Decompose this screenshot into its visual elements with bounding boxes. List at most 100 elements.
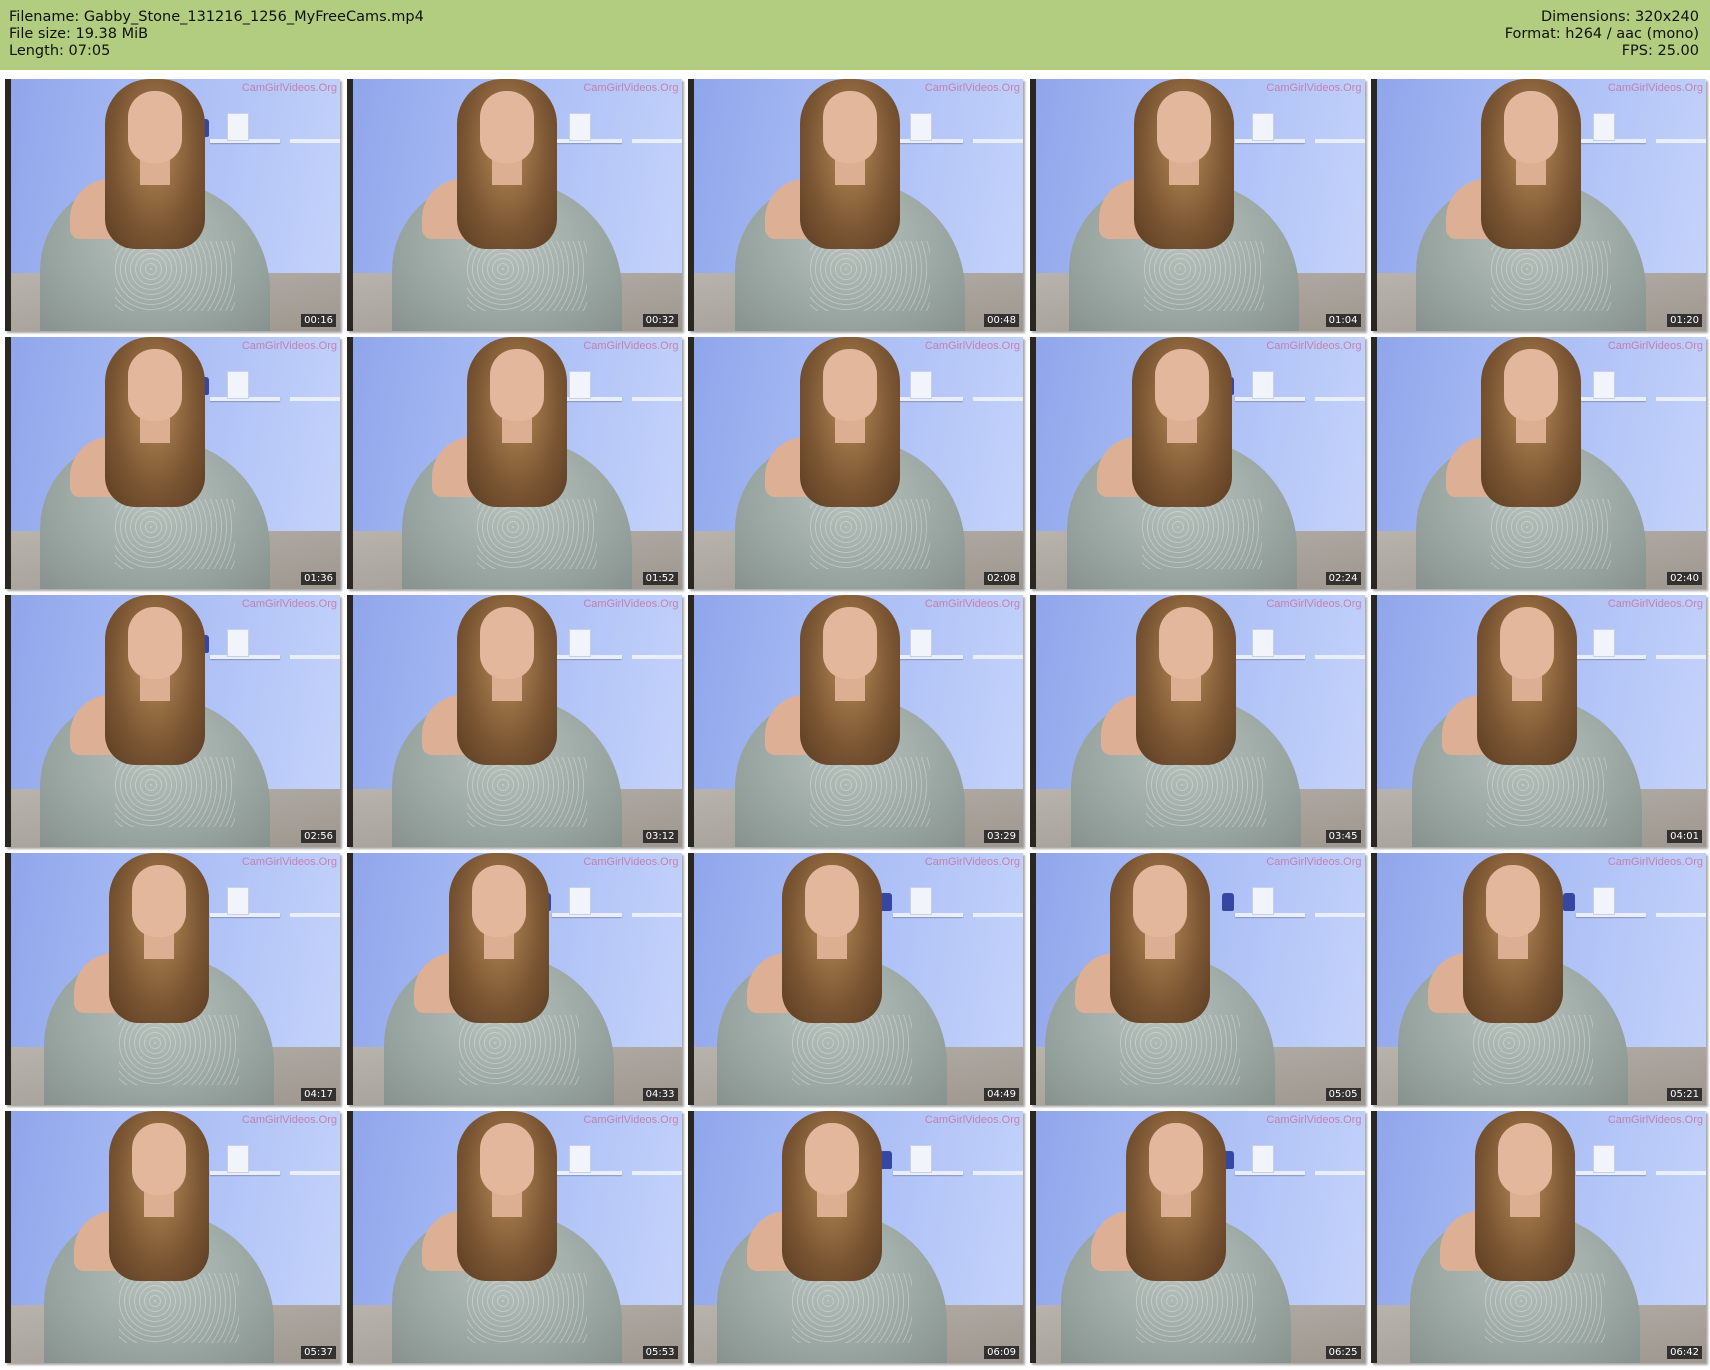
thumbnail-grid: CamGirlVideos.Org 00:16 CamGirlVideos.Or… bbox=[5, 79, 1706, 1363]
watermark-text: CamGirlVideos.Org bbox=[1607, 82, 1703, 94]
shelf-box bbox=[568, 371, 591, 399]
watermark-text: CamGirlVideos.Org bbox=[1266, 856, 1362, 868]
face bbox=[132, 865, 186, 937]
shelf-box bbox=[227, 887, 249, 915]
video-thumbnail: CamGirlVideos.Org 04:01 bbox=[1371, 595, 1706, 847]
doorframe bbox=[1029, 1111, 1036, 1363]
doorframe bbox=[1371, 1111, 1377, 1363]
video-thumbnail: CamGirlVideos.Org 04:33 bbox=[346, 853, 682, 1105]
video-thumbnail: CamGirlVideos.Org 04:49 bbox=[688, 853, 1023, 1105]
face bbox=[1498, 1123, 1552, 1195]
wall-shelf bbox=[290, 139, 340, 143]
shelf-box bbox=[227, 113, 249, 141]
timestamp-label: 00:48 bbox=[984, 314, 1019, 327]
wall-shelf bbox=[1656, 1171, 1706, 1175]
doorframe bbox=[1029, 595, 1036, 847]
sweater-sparkle bbox=[1141, 499, 1262, 569]
face bbox=[479, 91, 534, 163]
watermark-text: CamGirlVideos.Org bbox=[1607, 1114, 1703, 1126]
timestamp-label: 00:16 bbox=[301, 314, 336, 327]
fps-text: FPS: 25.00 bbox=[1621, 43, 1699, 59]
wall-shelf bbox=[631, 397, 682, 401]
wall-shelf bbox=[973, 397, 1023, 401]
doorframe bbox=[346, 853, 353, 1105]
wall-shelf bbox=[1314, 1171, 1365, 1175]
sweater-sparkle bbox=[1135, 1273, 1256, 1343]
sweater-sparkle bbox=[466, 241, 587, 311]
face bbox=[1148, 1123, 1203, 1195]
shelf-box bbox=[568, 629, 591, 657]
face bbox=[132, 1123, 186, 1195]
face bbox=[1156, 91, 1211, 163]
shelf-box bbox=[1593, 1145, 1615, 1173]
shelf-box bbox=[1251, 629, 1274, 657]
video-thumbnail: CamGirlVideos.Org 06:42 bbox=[1371, 1111, 1706, 1363]
doorframe bbox=[1371, 853, 1377, 1105]
watermark-text: CamGirlVideos.Org bbox=[1607, 856, 1703, 868]
face bbox=[823, 607, 877, 679]
face bbox=[128, 91, 182, 163]
sweater-sparkle bbox=[1143, 241, 1264, 311]
dimensions-text: Dimensions: 320x240 bbox=[1540, 9, 1699, 25]
doorframe bbox=[688, 1111, 694, 1363]
timestamp-label: 04:17 bbox=[301, 1088, 336, 1101]
wall-shelf bbox=[973, 655, 1023, 659]
video-thumbnail: CamGirlVideos.Org 04:17 bbox=[5, 853, 340, 1105]
doorframe bbox=[5, 1111, 11, 1363]
watermark-text: CamGirlVideos.Org bbox=[583, 856, 679, 868]
video-thumbnail: CamGirlVideos.Org 03:12 bbox=[346, 595, 682, 847]
shelf-box bbox=[227, 629, 249, 657]
face bbox=[1504, 91, 1558, 163]
video-thumbnail: CamGirlVideos.Org 06:25 bbox=[1029, 1111, 1365, 1363]
wall-shelf bbox=[1656, 913, 1706, 917]
timestamp-label: 00:32 bbox=[642, 314, 678, 327]
sweater-sparkle bbox=[1491, 241, 1611, 311]
sweater-sparkle bbox=[119, 1273, 239, 1343]
video-thumbnail: CamGirlVideos.Org 05:05 bbox=[1029, 853, 1365, 1105]
sweater-sparkle bbox=[458, 1015, 579, 1085]
wall-shelf bbox=[631, 1171, 682, 1175]
video-thumbnail: CamGirlVideos.Org 00:16 bbox=[5, 79, 340, 331]
timestamp-label: 04:33 bbox=[642, 1088, 678, 1101]
watermark-text: CamGirlVideos.Org bbox=[924, 340, 1020, 352]
watermark-text: CamGirlVideos.Org bbox=[924, 598, 1020, 610]
shelf-box bbox=[910, 887, 932, 915]
timestamp-label: 02:08 bbox=[984, 572, 1019, 585]
watermark-text: CamGirlVideos.Org bbox=[1607, 340, 1703, 352]
face bbox=[1504, 349, 1558, 421]
video-thumbnail: CamGirlVideos.Org 06:09 bbox=[688, 1111, 1023, 1363]
doorframe bbox=[5, 337, 11, 589]
watermark-text: CamGirlVideos.Org bbox=[583, 340, 679, 352]
watermark-text: CamGirlVideos.Org bbox=[1266, 598, 1362, 610]
sweater-sparkle bbox=[810, 757, 930, 827]
shelf-box bbox=[910, 371, 932, 399]
timestamp-label: 06:42 bbox=[1667, 1346, 1702, 1359]
timestamp-label: 01:20 bbox=[1667, 314, 1702, 327]
wall-shelf bbox=[1314, 397, 1365, 401]
watermark-text: CamGirlVideos.Org bbox=[241, 1114, 337, 1126]
video-thumbnail: CamGirlVideos.Org 01:04 bbox=[1029, 79, 1365, 331]
format-text: Format: h264 / aac (mono) bbox=[1504, 26, 1699, 42]
shelf-box bbox=[1593, 371, 1615, 399]
shelf-box bbox=[910, 1145, 932, 1173]
video-thumbnail: CamGirlVideos.Org 05:37 bbox=[5, 1111, 340, 1363]
timestamp-label: 01:52 bbox=[642, 572, 678, 585]
watermark-text: CamGirlVideos.Org bbox=[583, 598, 679, 610]
wall-shelf bbox=[1656, 655, 1706, 659]
filename-text: Filename: Gabby_Stone_131216_1256_MyFree… bbox=[9, 9, 424, 25]
doorframe bbox=[5, 853, 11, 1105]
watermark-text: CamGirlVideos.Org bbox=[924, 1114, 1020, 1126]
watermark-text: CamGirlVideos.Org bbox=[1266, 1114, 1362, 1126]
face bbox=[805, 1123, 859, 1195]
video-thumbnail: CamGirlVideos.Org 02:08 bbox=[688, 337, 1023, 589]
sweater-sparkle bbox=[1119, 1015, 1240, 1085]
wall-shelf bbox=[973, 913, 1023, 917]
video-thumbnail: CamGirlVideos.Org 01:20 bbox=[1371, 79, 1706, 331]
sweater-sparkle bbox=[1485, 1273, 1605, 1343]
face bbox=[823, 349, 877, 421]
video-thumbnail: CamGirlVideos.Org 03:45 bbox=[1029, 595, 1365, 847]
shelf-box bbox=[227, 371, 249, 399]
doorframe bbox=[346, 337, 353, 589]
timestamp-label: 04:49 bbox=[984, 1088, 1019, 1101]
shelf-jar bbox=[1563, 893, 1575, 911]
